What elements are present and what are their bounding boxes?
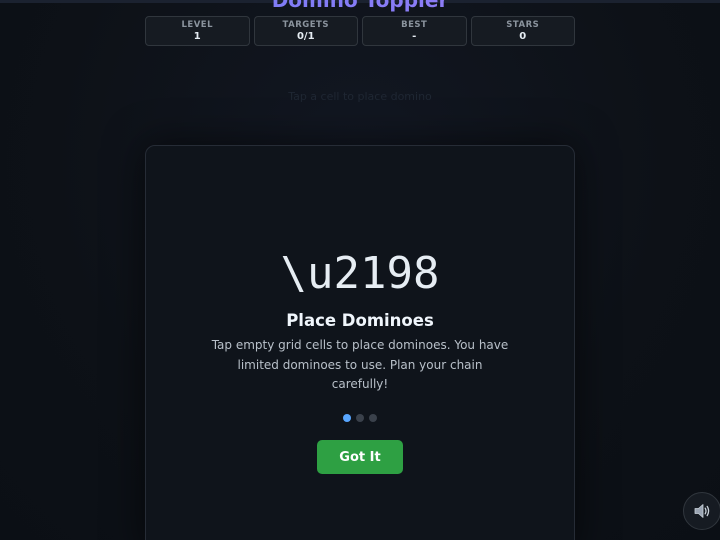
sound-toggle-button[interactable] [683,492,720,530]
step-dot [356,414,364,422]
stat-label: TARGETS [282,19,329,30]
stat-value: 1 [193,30,201,42]
stat-label: BEST [401,19,428,30]
stat-value: 0 [519,30,527,42]
got-it-button[interactable]: Got It [317,440,403,474]
tutorial-title: Place Dominoes [286,311,434,330]
stats-bar: LEVEL 1 TARGETS 0/1 BEST - STARS 0 [145,16,575,46]
tutorial-modal: \u2198 Place Dominoes Tap empty grid cel… [145,145,575,540]
step-dot [369,414,377,422]
stat-targets: TARGETS 0/1 [253,16,358,46]
stat-value: 0/1 [296,30,315,42]
step-dot [343,414,351,422]
hint-text: Tap a cell to place domino [288,90,432,103]
stat-label: STARS [506,19,540,30]
tutorial-text: Tap empty grid cells to place dominoes. … [211,338,509,391]
stat-label: LEVEL [181,19,214,30]
step-indicator [146,414,574,422]
stat-level: LEVEL 1 [145,16,250,46]
stat-value: - [412,30,417,42]
game-title: Domino Toppler [0,0,720,12]
stat-stars: STARS 0 [470,16,575,46]
speaker-icon [694,504,710,518]
stat-best: BEST - [362,16,467,46]
domino-arrow-icon: \u2198 [280,248,440,299]
game-screen: Domino Toppler LEVEL 1 TARGETS 0/1 BEST … [0,0,720,540]
